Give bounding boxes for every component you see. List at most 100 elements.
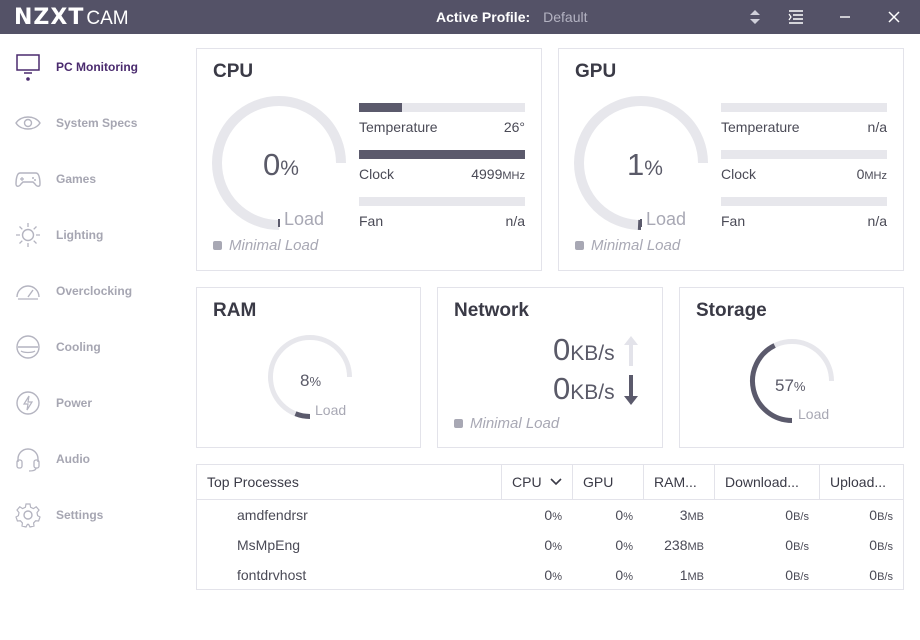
cpu-clock-bar — [359, 150, 525, 159]
top-processes-table: Top Processes CPU GPU RAM... Download...… — [196, 464, 904, 590]
column-header-upload[interactable]: Upload... — [819, 465, 903, 500]
cpu-temperature-bar — [359, 103, 525, 112]
process-gpu: 0% — [615, 507, 633, 523]
process-ram: 3MB — [679, 507, 704, 523]
sidebar-item-overclocking[interactable]: Overclocking — [0, 271, 180, 311]
network-legend: Minimal Load — [454, 415, 559, 432]
legend-swatch — [575, 241, 584, 250]
title-bar: NZXT CAM Active Profile: Default — [0, 0, 920, 34]
process-gpu: 0% — [615, 537, 633, 553]
gpu-legend: Minimal Load — [575, 237, 680, 254]
process-gpu: 0% — [615, 567, 633, 583]
gpu-title: GPU — [575, 61, 617, 82]
process-name: amdfendrsr — [237, 507, 308, 523]
sidebar-item-label: Overclocking — [56, 284, 133, 298]
sidebar-item-pc-monitoring[interactable]: PC Monitoring — [0, 47, 180, 87]
ram-load-label: Load — [315, 402, 347, 418]
sidebar-item-label: Power — [56, 396, 93, 410]
process-download: 0B/s — [785, 567, 809, 583]
logo-product: CAM — [86, 8, 129, 29]
profile-switch-icon[interactable] — [745, 7, 765, 27]
process-upload: 0B/s — [869, 567, 893, 583]
sidebar-item-games[interactable]: Games — [0, 159, 180, 199]
table-row[interactable]: fontdrvhost 0% 0% 1MB 0B/s 0B/s — [197, 560, 903, 590]
process-ram: 238MB — [664, 537, 704, 553]
cpu-load-value: 0% — [263, 147, 299, 182]
sidebar-item-cooling[interactable]: Cooling — [0, 327, 180, 367]
sidebar-item-system-specs[interactable]: System Specs — [0, 103, 180, 143]
gamepad-icon — [14, 165, 42, 193]
gpu-fan-bar — [721, 197, 887, 206]
storage-title: Storage — [696, 300, 767, 321]
gpu-temperature-metric: Temperature n/a — [721, 103, 887, 135]
process-cpu: 0% — [544, 567, 562, 583]
sidebar: PC Monitoring System Specs Games Lightin… — [0, 34, 180, 640]
cpu-temperature-fill — [359, 103, 403, 112]
gpu-load-label: Load — [646, 209, 687, 229]
gpu-clock-metric: Clock 0MHz — [721, 150, 887, 182]
gpu-clock-label: Clock — [721, 166, 757, 182]
sidebar-item-label: Cooling — [56, 340, 101, 354]
chevron-down-icon — [550, 478, 562, 486]
legend-text: Minimal Load — [470, 415, 560, 432]
table-header-row: Top Processes CPU GPU RAM... Download...… — [197, 465, 903, 500]
process-cpu: 0% — [544, 507, 562, 523]
upload-arrow-icon — [624, 336, 638, 366]
column-header-download[interactable]: Download... — [714, 465, 819, 500]
close-icon[interactable] — [884, 7, 904, 27]
cpu-clock-fill — [359, 150, 525, 159]
sidebar-item-label: PC Monitoring — [56, 60, 138, 74]
cpu-fan-metric: Fan n/a — [359, 197, 525, 229]
storage-load-label: Load — [798, 406, 830, 422]
sidebar-item-label: Lighting — [56, 228, 104, 242]
ram-load-value: 8% — [300, 371, 322, 390]
gpu-temperature-value: n/a — [867, 119, 887, 135]
speedometer-icon — [14, 277, 42, 305]
column-header-cpu[interactable]: CPU — [501, 465, 572, 500]
cpu-fan-bar — [359, 197, 525, 206]
download-arrow-icon — [624, 375, 638, 405]
gear-icon — [14, 501, 42, 529]
column-header-gpu[interactable]: GPU — [572, 465, 643, 500]
table-row[interactable]: amdfendrsr 0% 0% 3MB 0B/s 0B/s — [197, 500, 903, 530]
sidebar-item-label: Settings — [56, 508, 104, 522]
sidebar-item-lighting[interactable]: Lighting — [0, 215, 180, 255]
process-upload: 0B/s — [869, 537, 893, 553]
column-header-label: CPU — [512, 474, 542, 490]
gpu-fan-label: Fan — [721, 213, 746, 229]
cooling-icon — [14, 333, 42, 361]
process-cpu: 0% — [544, 537, 562, 553]
gpu-fan-metric: Fan n/a — [721, 197, 887, 229]
column-header-process[interactable]: Top Processes — [197, 465, 501, 500]
active-profile-label: Active Profile: — [436, 9, 531, 25]
sidebar-item-settings[interactable]: Settings — [0, 495, 180, 535]
process-download: 0B/s — [785, 537, 809, 553]
legend-swatch — [454, 419, 463, 428]
sidebar-item-audio[interactable]: Audio — [0, 439, 180, 479]
network-download-value: 0KB/s — [553, 371, 615, 406]
ram-title: RAM — [213, 300, 257, 321]
legend-text: Minimal Load — [591, 237, 681, 254]
menu-icon[interactable] — [786, 7, 806, 27]
cpu-fan-label: Fan — [359, 213, 384, 229]
cpu-temperature-metric: Temperature 26° — [359, 103, 525, 135]
gpu-temperature-label: Temperature — [721, 119, 800, 135]
logo-brand: NZXT — [14, 5, 85, 30]
sidebar-item-power[interactable]: Power — [0, 383, 180, 423]
column-header-ram[interactable]: RAM... — [643, 465, 714, 500]
cpu-load-label: Load — [284, 209, 325, 229]
ram-panel: RAM 8% Load — [196, 287, 421, 448]
gpu-temperature-bar — [721, 103, 887, 112]
active-profile[interactable]: Active Profile: Default — [436, 9, 588, 25]
sidebar-item-label: Audio — [56, 452, 90, 466]
table-row[interactable]: MsMpEng 0% 0% 238MB 0B/s 0B/s — [197, 530, 903, 560]
process-download: 0B/s — [785, 507, 809, 523]
nzxt-cam-logo: NZXT CAM — [14, 5, 129, 30]
process-name: MsMpEng — [237, 537, 301, 553]
active-profile-value[interactable]: Default — [543, 9, 587, 25]
storage-load-value: 57% — [775, 376, 806, 395]
power-bolt-icon — [14, 389, 42, 417]
cpu-clock-metric: Clock 4999MHz — [359, 150, 525, 182]
cpu-legend: Minimal Load — [213, 237, 318, 254]
minimize-icon[interactable] — [835, 7, 855, 27]
